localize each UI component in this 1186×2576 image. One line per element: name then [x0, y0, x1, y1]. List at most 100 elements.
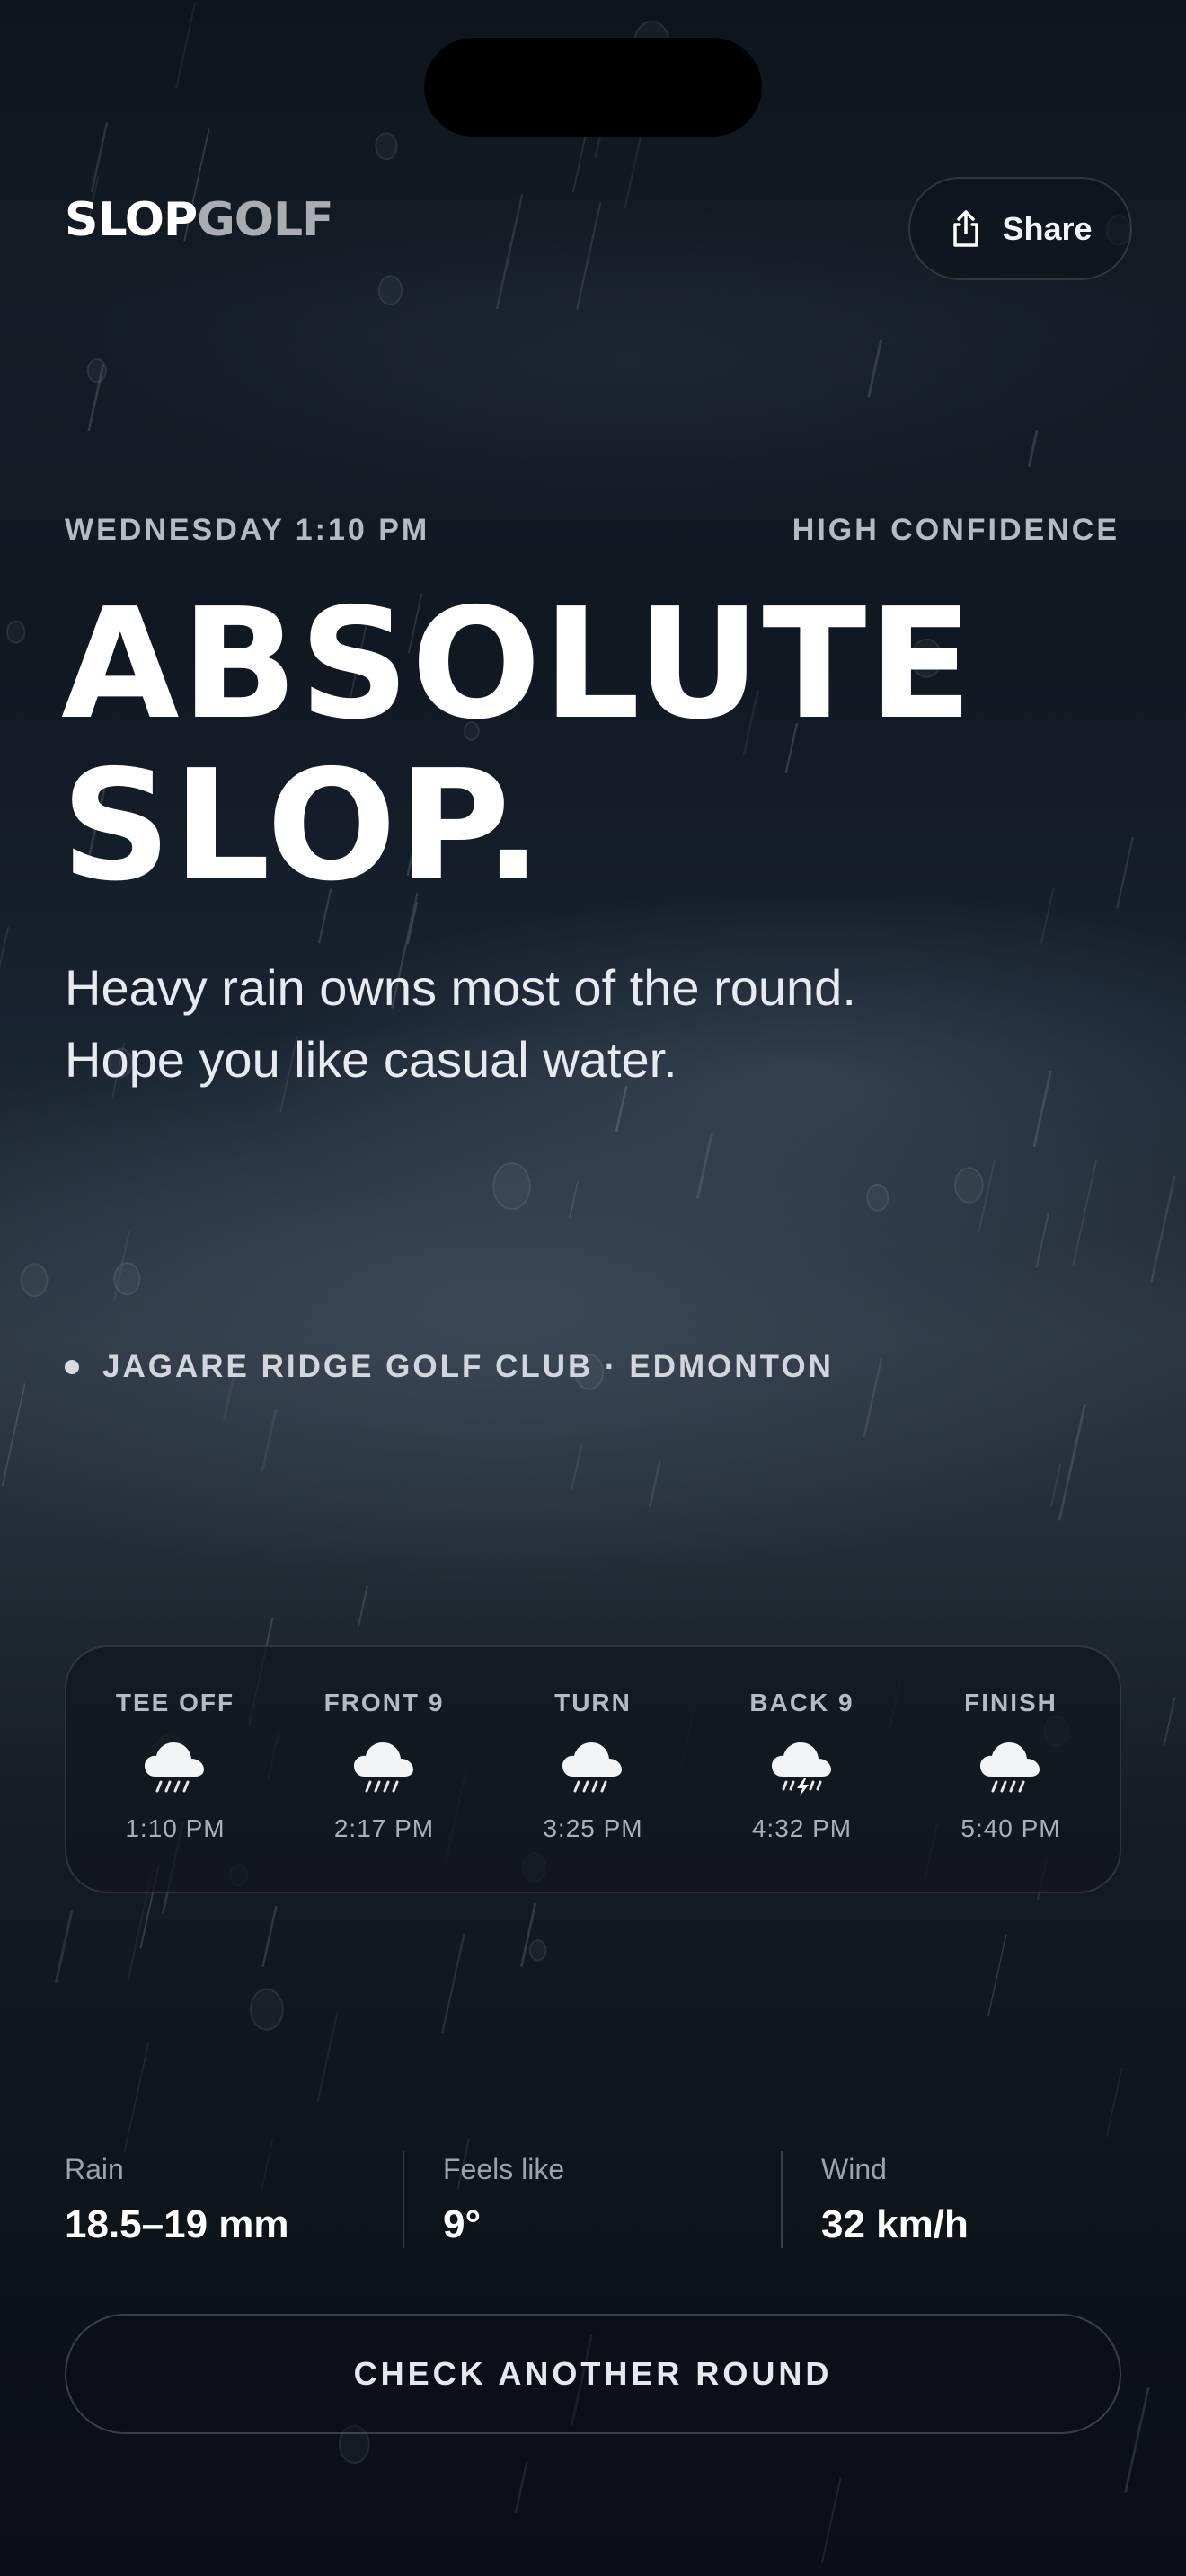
rain-streak	[90, 122, 109, 193]
timeline-stop: FINISH 5:40 PM	[925, 1647, 1096, 1892]
water-droplet	[20, 1263, 49, 1298]
timeline-stop-time: 5:40 PM	[960, 1814, 1061, 1842]
rain-streak	[261, 1905, 278, 1967]
timeline-stop-time: 2:17 PM	[333, 1814, 435, 1842]
rain-streak	[1, 1383, 26, 1487]
rain-streak	[569, 1180, 579, 1218]
rain-streak	[357, 1585, 368, 1628]
water-droplet	[377, 275, 403, 306]
dynamic-island	[424, 38, 762, 137]
timeline-stop-time: 1:10 PM	[125, 1814, 226, 1842]
rain-streak	[867, 339, 883, 398]
stat-divider	[781, 2151, 783, 2248]
rain-streak	[1150, 1175, 1176, 1283]
feels-like-stat-value: 9°	[443, 2202, 482, 2246]
rain-streak	[1072, 1159, 1098, 1266]
confidence-label: HIGH CONFIDENCE	[792, 513, 1120, 547]
rain-streak	[1049, 1463, 1062, 1508]
verdict-description: Heavy rain owns most of the round. Hope …	[65, 952, 1053, 1096]
feels-like-stat-label: Feels like	[443, 2153, 565, 2185]
timeline-stop-label: BACK 9	[749, 1689, 854, 1716]
timeline-stop-time: 3:25 PM	[543, 1814, 643, 1842]
water-droplet	[866, 1183, 890, 1212]
rain-streak	[576, 202, 602, 310]
rain-streak	[495, 194, 524, 310]
rain-streak	[123, 2042, 149, 2152]
water-droplet	[113, 1262, 141, 1296]
timeline-stop-label: TEE OFF	[115, 1689, 235, 1716]
thunderstorm-icon	[771, 1742, 831, 1796]
water-droplet	[953, 1167, 984, 1204]
water-droplet	[249, 1988, 284, 2031]
timeline-stop: BACK 9 4:32 PM	[717, 1647, 888, 1892]
headline-line-2: SLOP.	[61, 737, 544, 915]
rain-icon	[353, 1742, 413, 1793]
description-line-2: Hope you like casual water.	[65, 1031, 677, 1088]
timeline-stop-label: FRONT 9	[323, 1689, 445, 1716]
rain-streak	[978, 1160, 996, 1233]
logo-part-golf: GOLF	[197, 193, 334, 247]
rain-streak	[1058, 1403, 1086, 1521]
water-droplet	[375, 132, 398, 161]
app-screen: SLOPGOLF Share WEDNESDAY 1:10 PM HIGH CO…	[0, 0, 1186, 2576]
water-droplet	[5, 620, 26, 644]
water-droplet	[86, 357, 107, 384]
share-icon	[953, 209, 979, 247]
rain-streak	[520, 1902, 537, 1967]
rain-streak	[441, 1933, 465, 2033]
rain-streak	[648, 1460, 661, 1507]
round-timeline-card: TEE OFF 1:10 PM FRONT 9 2:17 PM TURN 3:2…	[65, 1645, 1121, 1893]
rain-streak	[571, 1444, 583, 1490]
rain-streak	[863, 1358, 883, 1437]
rain-icon	[145, 1742, 204, 1793]
water-droplet	[528, 1939, 547, 1962]
check-another-round-button[interactable]: CHECK ANOTHER ROUND	[65, 2314, 1121, 2434]
rain-streak	[1124, 2386, 1150, 2493]
rain-stat-value: 18.5–19 mm	[65, 2202, 289, 2246]
rain-streak	[175, 2, 197, 89]
rain-icon	[980, 1742, 1040, 1793]
rain-streak	[0, 926, 10, 968]
timeline-stop: FRONT 9 2:17 PM	[299, 1647, 470, 1892]
rain-streak	[820, 2476, 842, 2563]
timeline-stop-label: FINISH	[964, 1689, 1058, 1716]
app-logo: SLOPGOLF	[65, 193, 334, 247]
logo-part-slop: SLOP	[65, 193, 198, 247]
rain-stat-label: Rain	[65, 2153, 124, 2185]
rain-icon	[562, 1742, 622, 1793]
rain-streak	[1163, 1697, 1176, 1746]
rain-streak	[316, 2012, 339, 2103]
wind-stat: Wind 32 km/h	[821, 2151, 969, 2248]
stat-divider	[403, 2151, 404, 2248]
feels-like-stat: Feels like 9°	[443, 2151, 564, 2248]
rain-streak	[695, 1132, 713, 1199]
water-droplet	[492, 1161, 532, 1211]
verdict-headline: ABSOLUTE SLOP.	[61, 584, 1139, 907]
rain-stat: Rain 18.5–19 mm	[65, 2151, 289, 2248]
share-button[interactable]: Share	[908, 177, 1132, 280]
wind-stat-label: Wind	[821, 2153, 887, 2185]
course-location: JAGARE RIDGE GOLF CLUB · EDMONTON	[65, 1349, 834, 1385]
timeline-stop-label: TURN	[554, 1689, 632, 1716]
share-label: Share	[1002, 209, 1093, 247]
timeline-stop-time: 4:32 PM	[751, 1814, 853, 1842]
rain-streak	[112, 1231, 131, 1301]
rain-streak	[624, 135, 642, 209]
rain-streak	[987, 1934, 1007, 2017]
description-line-1: Heavy rain owns most of the round.	[65, 959, 856, 1016]
forecast-day-time: WEDNESDAY 1:10 PM	[65, 513, 430, 547]
rain-streak	[1105, 2067, 1123, 2138]
location-dot-icon	[65, 1360, 79, 1374]
timeline-stop: TEE OFF 1:10 PM	[90, 1647, 261, 1892]
rain-streak	[514, 2461, 528, 2514]
timeline-stop: TURN 3:25 PM	[508, 1647, 678, 1892]
headline-line-1: ABSOLUTE	[61, 576, 975, 754]
rain-streak	[1027, 430, 1039, 468]
rain-streak	[1035, 1212, 1050, 1268]
rain-streak	[571, 134, 587, 193]
wind-stat-value: 32 km/h	[821, 2202, 969, 2246]
rain-streak	[54, 1910, 74, 1984]
location-text: JAGARE RIDGE GOLF CLUB · EDMONTON	[102, 1349, 834, 1384]
rain-streak	[261, 1408, 278, 1472]
rain-streak	[87, 364, 105, 432]
